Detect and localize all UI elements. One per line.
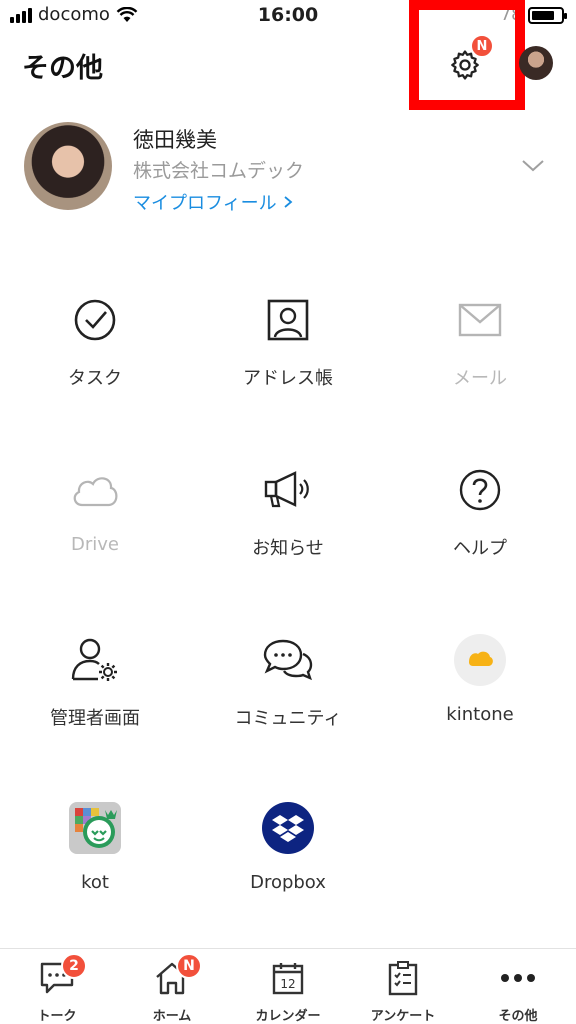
tab-label-more: その他: [498, 1009, 538, 1024]
chat-bubbles-icon: [262, 634, 314, 686]
address-book-icon: [262, 294, 314, 346]
grid-label-kintone: kintone: [446, 704, 514, 725]
grid-item-dropbox[interactable]: Dropbox: [198, 802, 378, 893]
home-icon: N: [152, 953, 202, 997]
tab-label-talk: トーク: [37, 1009, 77, 1024]
page-title: その他: [22, 53, 103, 84]
profile-company: 株式会社コムデック: [133, 160, 305, 182]
grid-label-task: タスク: [68, 368, 122, 389]
tab-talk[interactable]: 2 トーク: [2, 953, 112, 1024]
megaphone-icon: [262, 464, 314, 516]
header-avatar[interactable]: [519, 46, 553, 80]
profile-name: 徳田幾美: [133, 128, 217, 152]
kot-icon: [69, 802, 121, 854]
admin-settings-icon: [69, 634, 121, 686]
grid-label-drive: Drive: [71, 534, 119, 555]
chevron-down-icon[interactable]: [520, 156, 546, 174]
mail-icon: [454, 294, 506, 346]
calendar-day: 12: [280, 977, 295, 991]
tab-calendar[interactable]: 12 カレンダー: [233, 959, 343, 1024]
my-profile-link[interactable]: マイプロフィール: [133, 189, 293, 215]
grid-label-notice: お知らせ: [252, 538, 324, 559]
grid-item-drive[interactable]: Drive: [5, 464, 185, 555]
grid-item-mail[interactable]: メール: [390, 294, 570, 390]
grid-label-address-book: アドレス帳: [243, 368, 333, 389]
more-dots-icon: [498, 959, 538, 997]
grid-item-admin[interactable]: 管理者画面: [5, 634, 185, 730]
profile-avatar[interactable]: [24, 122, 112, 210]
dropbox-icon: [262, 802, 314, 854]
grid-label-admin: 管理者画面: [50, 708, 140, 729]
bottom-tab-bar: 2 トーク N ホーム 12 カレンダー アンケート その他: [0, 948, 576, 1024]
grid-item-help[interactable]: ヘルプ: [390, 464, 570, 560]
calendar-icon: 12: [268, 959, 308, 997]
kintone-icon: [454, 634, 506, 686]
grid-item-kot[interactable]: kot: [5, 802, 185, 893]
talk-badge: 2: [61, 953, 87, 979]
tab-label-survey: アンケート: [370, 1009, 436, 1024]
tab-survey[interactable]: アンケート: [348, 959, 458, 1024]
tab-more[interactable]: その他: [463, 959, 573, 1024]
grid-item-address-book[interactable]: アドレス帳: [198, 294, 378, 390]
my-profile-label: マイプロフィール: [133, 193, 277, 214]
grid-label-community: コミュニティ: [234, 708, 342, 729]
chat-icon: 2: [37, 953, 87, 997]
battery-icon: [528, 6, 567, 24]
help-icon: [454, 464, 506, 516]
grid-label-mail: メール: [453, 368, 507, 389]
grid-item-community[interactable]: コミュニティ: [198, 634, 378, 730]
grid-item-kintone[interactable]: kintone: [390, 634, 570, 725]
chevron-right-icon: [284, 196, 293, 208]
tab-label-home: ホーム: [152, 1009, 192, 1024]
grid-item-task[interactable]: タスク: [5, 294, 185, 390]
survey-icon: [383, 959, 423, 997]
highlight-box: [409, 0, 525, 110]
grid-label-kot: kot: [81, 872, 109, 893]
home-badge: N: [176, 953, 202, 979]
task-icon: [69, 294, 121, 346]
grid-label-help: ヘルプ: [453, 538, 507, 559]
grid-item-notice[interactable]: お知らせ: [198, 464, 378, 560]
tab-label-calendar: カレンダー: [255, 1009, 321, 1024]
cloud-icon: [69, 464, 121, 516]
grid-label-dropbox: Dropbox: [250, 872, 326, 893]
tab-home[interactable]: N ホーム: [117, 953, 227, 1024]
